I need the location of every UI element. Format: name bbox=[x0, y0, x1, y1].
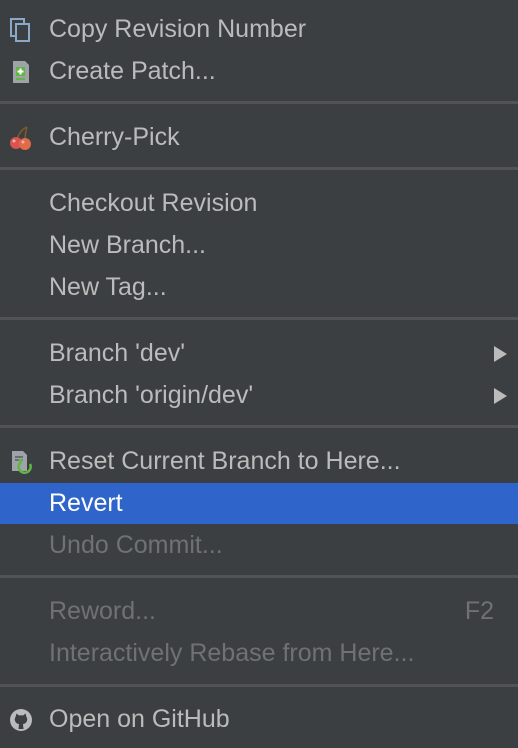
menu-item-revert[interactable]: Revert bbox=[0, 483, 518, 524]
menu-item-label: Branch 'dev' bbox=[49, 339, 186, 367]
menu-item-branch-dev[interactable]: Branch 'dev' bbox=[0, 333, 518, 374]
github-icon bbox=[10, 709, 32, 731]
menu-item-reset-current-branch[interactable]: Reset Current Branch to Here... bbox=[0, 441, 518, 482]
menu-item-interactively-rebase: Interactively Rebase from Here... bbox=[0, 633, 518, 674]
submenu-arrow-icon bbox=[494, 388, 507, 404]
menu-item-branch-origin-dev[interactable]: Branch 'origin/dev' bbox=[0, 375, 518, 416]
menu-separator bbox=[0, 167, 518, 170]
menu-separator bbox=[0, 575, 518, 578]
menu-item-label: New Tag... bbox=[49, 273, 167, 301]
menu-item-label: Reword... bbox=[49, 597, 156, 625]
menu-item-label: Open on GitHub bbox=[49, 705, 230, 733]
reset-icon bbox=[12, 451, 32, 474]
copy-icon bbox=[10, 18, 30, 42]
menu-item-label: Cherry-Pick bbox=[49, 123, 180, 151]
menu-item-label: New Branch... bbox=[49, 231, 207, 259]
menu-item-checkout-revision[interactable]: Checkout Revision bbox=[0, 183, 518, 224]
submenu-arrow-icon bbox=[494, 346, 507, 362]
menu-item-label: Interactively Rebase from Here... bbox=[49, 639, 415, 667]
shortcut-label: F2 bbox=[464, 597, 494, 625]
menu-item-label: Undo Commit... bbox=[49, 531, 223, 559]
menu-item-label: Revert bbox=[49, 489, 123, 517]
menu-separator bbox=[0, 101, 518, 104]
menu-item-label: Copy Revision Number bbox=[49, 15, 307, 43]
menu-item-new-tag[interactable]: New Tag... bbox=[0, 267, 518, 308]
menu-item-label: Create Patch... bbox=[49, 57, 216, 85]
patch-icon bbox=[13, 61, 29, 83]
context-menu: Copy Revision Number Create Patch... Che… bbox=[0, 0, 518, 748]
menu-separator bbox=[0, 684, 518, 687]
menu-item-open-on-github[interactable]: Open on GitHub bbox=[0, 699, 518, 740]
menu-item-create-patch[interactable]: Create Patch... bbox=[0, 51, 518, 92]
menu-item-label: Reset Current Branch to Here... bbox=[49, 447, 401, 475]
menu-item-cherry-pick[interactable]: Cherry-Pick bbox=[0, 117, 518, 158]
menu-item-label: Branch 'origin/dev' bbox=[49, 381, 254, 409]
menu-separator bbox=[0, 425, 518, 428]
menu-item-new-branch[interactable]: New Branch... bbox=[0, 225, 518, 266]
menu-item-copy-revision-number[interactable]: Copy Revision Number bbox=[0, 9, 518, 50]
menu-item-reword: Reword... F2 bbox=[0, 591, 518, 632]
menu-item-undo-commit: Undo Commit... bbox=[0, 525, 518, 566]
cherry-icon bbox=[10, 126, 31, 150]
menu-item-label: Checkout Revision bbox=[49, 189, 258, 217]
menu-separator bbox=[0, 317, 518, 320]
